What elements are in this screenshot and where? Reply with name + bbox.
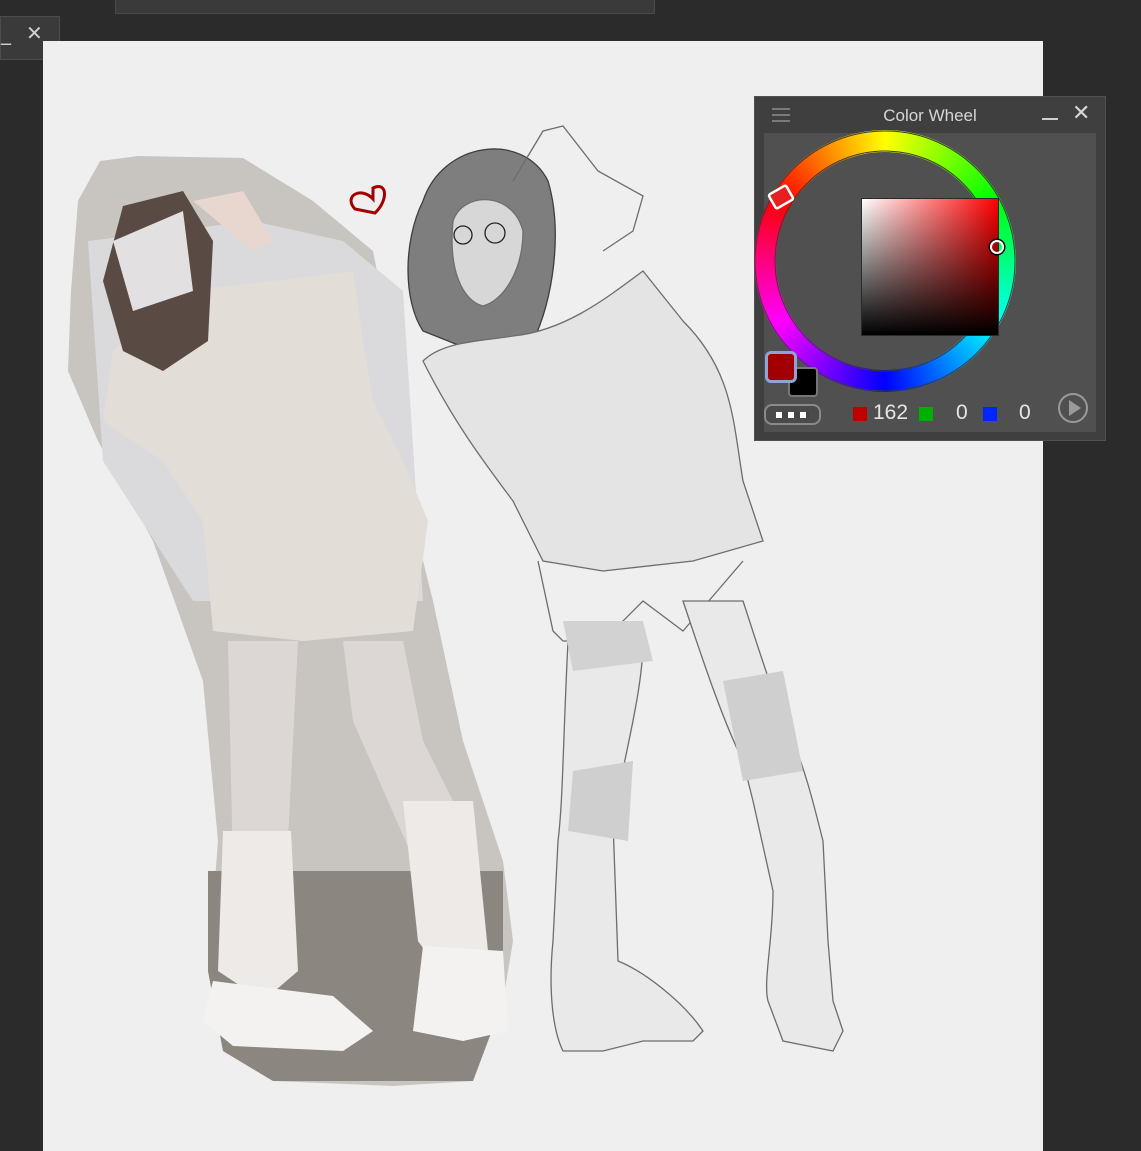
color-picker-cursor[interactable] [990, 240, 1004, 254]
panel-title: Color Wheel [883, 106, 977, 125]
red-channel-icon [853, 407, 867, 421]
play-icon[interactable] [1058, 393, 1088, 423]
red-value[interactable]: 162 [873, 401, 908, 425]
close-button[interactable]: ✕ [1072, 103, 1090, 125]
color-wheel-panel: Color Wheel ✕ 162 0 0 [754, 96, 1106, 441]
blue-channel-icon [983, 407, 997, 421]
transparent-color-swatch[interactable] [764, 404, 821, 425]
green-channel-icon [919, 407, 933, 421]
minimize-button[interactable] [1042, 118, 1058, 120]
minimize-button[interactable]: _ [1, 23, 11, 43]
saturation-value-square[interactable] [861, 198, 999, 336]
blue-value[interactable]: 0 [1019, 401, 1031, 425]
green-value[interactable]: 0 [956, 401, 968, 425]
top-toolbar [115, 0, 655, 14]
foreground-color-swatch[interactable] [765, 351, 797, 383]
color-wheel-body: 162 0 0 [754, 130, 1096, 432]
close-button[interactable]: ✕ [26, 23, 43, 43]
